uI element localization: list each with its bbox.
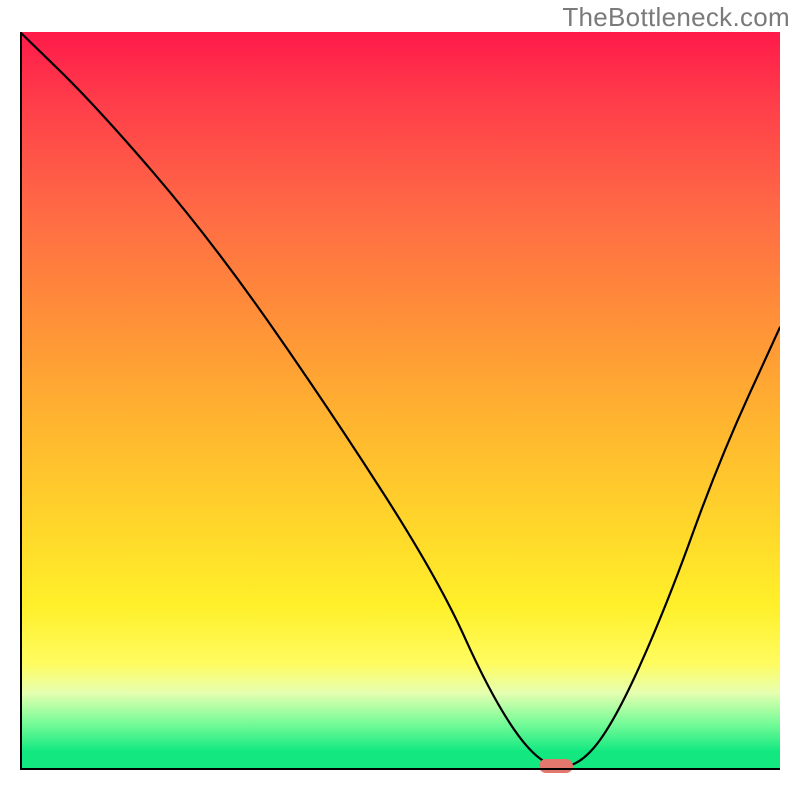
y-axis [20,32,22,770]
curve-svg [20,32,780,770]
plot-area [20,32,780,770]
watermark-text: TheBottleneck.com [562,2,790,33]
x-axis [20,768,780,770]
optimal-marker-icon [539,759,573,773]
bottleneck-curve-path [20,32,780,767]
